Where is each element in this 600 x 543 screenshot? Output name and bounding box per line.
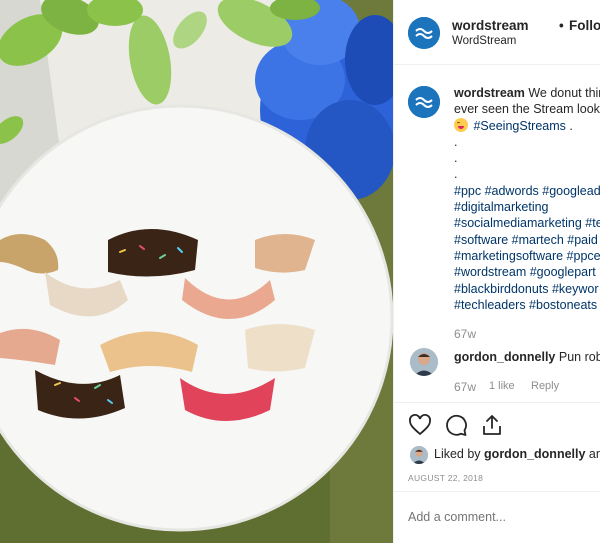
caption-line-2: ever seen the Stream look bbox=[454, 102, 600, 117]
caption-line-1: wordstream We donut think bbox=[454, 85, 600, 101]
hashtag-line[interactable]: #ppc #adwords #googlead bbox=[454, 183, 600, 199]
post-header: wordstream • Following WordStream bbox=[394, 0, 600, 65]
heart-icon[interactable] bbox=[408, 413, 432, 437]
reply-button[interactable]: Reply bbox=[531, 380, 559, 392]
hashtag-line[interactable]: #marketingsoftware #ppce bbox=[454, 248, 600, 264]
hashtag-line[interactable]: #wordstream #googlepart bbox=[454, 264, 600, 280]
header-subtitle: WordStream bbox=[452, 35, 517, 47]
comment-icon[interactable] bbox=[444, 413, 468, 437]
post-photo[interactable] bbox=[0, 0, 393, 543]
caption-text-1: We donut think bbox=[528, 86, 600, 100]
donut-stream-photo bbox=[0, 0, 393, 543]
liked-by-prefix: Liked by bbox=[434, 447, 481, 461]
caption-dot: . bbox=[454, 134, 458, 149]
caption-timestamp[interactable]: 67w bbox=[454, 327, 476, 341]
hashtag-line[interactable]: #blackbirddonuts #keywor bbox=[454, 281, 600, 297]
caption-dot: . bbox=[454, 167, 458, 182]
comment-timestamp[interactable]: 67w bbox=[454, 380, 476, 394]
hashtag-line[interactable]: #digitalmarketing bbox=[454, 199, 600, 215]
commenter-avatar[interactable] bbox=[410, 348, 438, 376]
add-comment-input[interactable] bbox=[408, 510, 588, 524]
comment-text: Pun robl bbox=[558, 350, 600, 364]
caption-avatar[interactable] bbox=[408, 86, 440, 118]
post-caption: wordstream We donut think ever seen the … bbox=[454, 85, 600, 313]
liked-by-suffix[interactable]: and bbox=[589, 447, 600, 461]
caption-username[interactable]: wordstream bbox=[454, 86, 525, 100]
post-details-panel: wordstream • Following WordStream wordst… bbox=[393, 0, 600, 543]
caption-dot: . bbox=[454, 151, 458, 166]
liked-by-username[interactable]: gordon_donnelly bbox=[484, 447, 585, 461]
header-username[interactable]: wordstream bbox=[452, 18, 529, 33]
hashtag-line[interactable]: #socialmediamarketing #te bbox=[454, 215, 600, 231]
hashtag-line[interactable]: #techleaders #bostoneats bbox=[454, 297, 600, 313]
header-separator: • bbox=[559, 18, 564, 33]
caption-line-3: #SeeingStreams . bbox=[454, 117, 600, 134]
grinning-tongue-emoji-icon bbox=[454, 117, 468, 132]
following-button[interactable]: Following bbox=[569, 18, 600, 33]
add-comment-bar bbox=[394, 491, 600, 543]
liker-avatar[interactable] bbox=[410, 446, 428, 464]
comment-likes-count[interactable]: 1 like bbox=[489, 380, 515, 392]
post-date[interactable]: AUGUST 22, 2018 bbox=[408, 473, 483, 483]
wordstream-logo-icon[interactable] bbox=[408, 17, 440, 49]
hashtag-line[interactable]: #software #martech #paid bbox=[454, 232, 600, 248]
liked-by: Liked by gordon_donnelly and bbox=[434, 447, 600, 461]
comment-username[interactable]: gordon_donnelly bbox=[454, 350, 555, 364]
comment: gordon_donnelly Pun robl bbox=[454, 350, 600, 364]
caption-period: . bbox=[569, 118, 573, 133]
hashtag-seeingstreams[interactable]: #SeeingStreams bbox=[473, 119, 565, 133]
share-icon[interactable] bbox=[480, 413, 504, 437]
